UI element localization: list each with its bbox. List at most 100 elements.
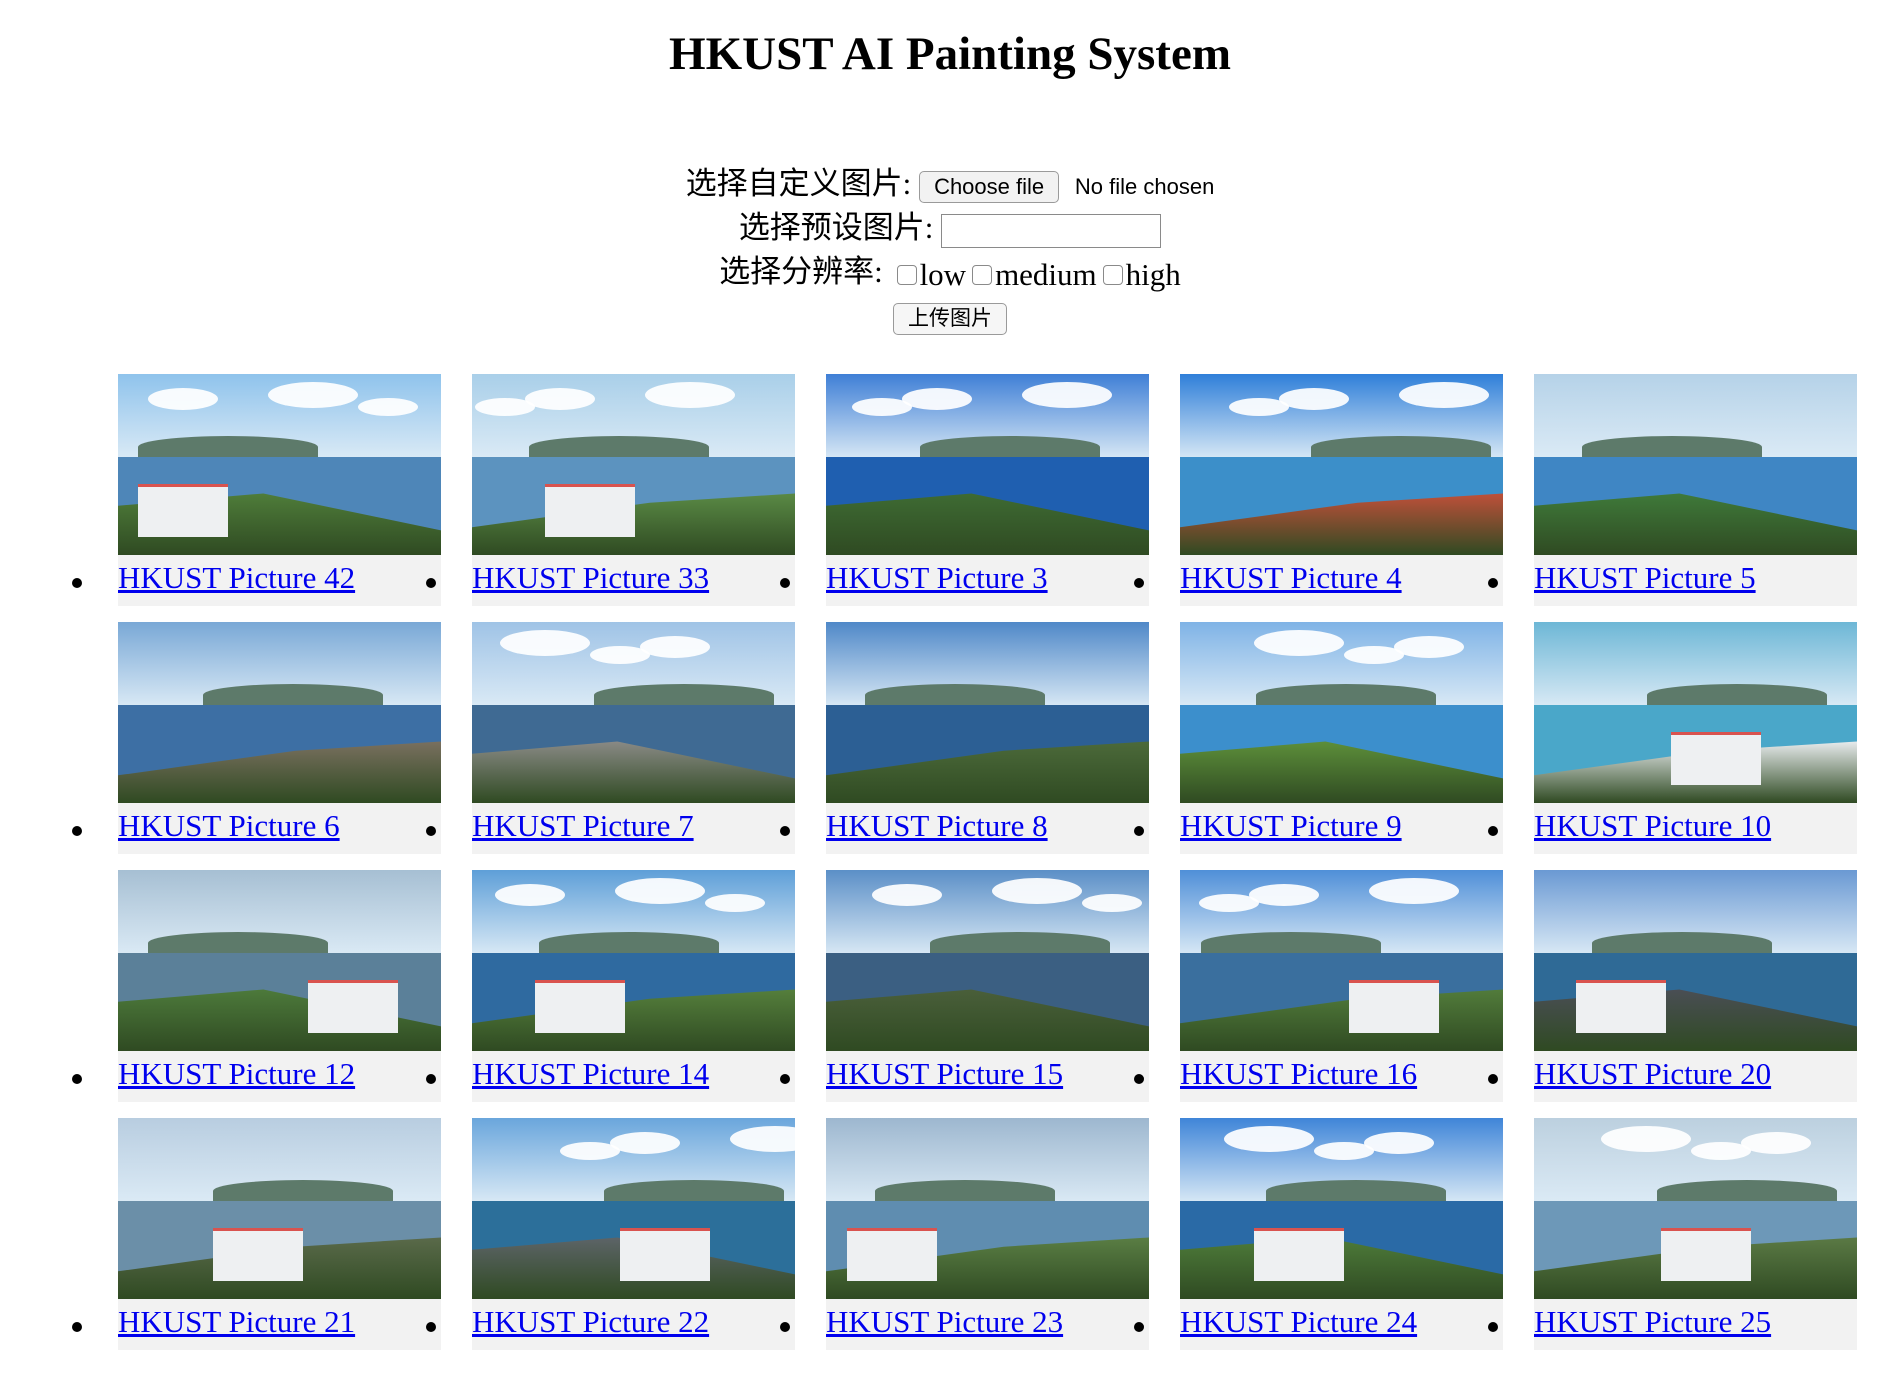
preset-image-input[interactable]: [941, 213, 1162, 248]
picture-link[interactable]: HKUST Picture 5: [1534, 558, 1756, 598]
thumbnail-cloud: [1364, 1132, 1434, 1154]
preset-image-label: 选择预设图片:: [738, 210, 934, 245]
picture-card[interactable]: HKUST Picture 6: [118, 622, 441, 854]
picture-link[interactable]: HKUST Picture 33: [472, 558, 709, 598]
list-bullet: [426, 826, 436, 836]
thumbnail-cloud: [1369, 878, 1459, 904]
thumbnail-cloud: [1691, 1142, 1751, 1160]
picture-thumbnail[interactable]: [826, 1118, 1149, 1299]
picture-link[interactable]: HKUST Picture 25: [1534, 1302, 1771, 1342]
resolution-row: 选择分辨率: low medium high: [0, 250, 1900, 294]
thumbnail-building: [620, 1228, 710, 1281]
thumbnail-hill: [203, 684, 383, 706]
picture-card[interactable]: HKUST Picture 12: [118, 870, 441, 1102]
gallery-item: HKUST Picture 15: [764, 870, 1149, 1118]
picture-card[interactable]: HKUST Picture 8: [826, 622, 1149, 854]
picture-link[interactable]: HKUST Picture 8: [826, 806, 1048, 846]
picture-link[interactable]: HKUST Picture 6: [118, 806, 340, 846]
thumbnail-cloud: [852, 398, 912, 416]
picture-thumbnail[interactable]: [472, 1118, 795, 1299]
thumbnail-hill: [865, 684, 1045, 706]
picture-thumbnail[interactable]: [1180, 870, 1503, 1051]
picture-thumbnail[interactable]: [1534, 622, 1857, 803]
thumbnail-building: [545, 484, 635, 537]
picture-card[interactable]: HKUST Picture 10: [1534, 622, 1857, 854]
picture-thumbnail[interactable]: [1180, 374, 1503, 555]
picture-card[interactable]: HKUST Picture 5: [1534, 374, 1857, 606]
picture-link[interactable]: HKUST Picture 3: [826, 558, 1048, 598]
thumbnail-cloud: [615, 878, 705, 904]
picture-link[interactable]: HKUST Picture 24: [1180, 1302, 1417, 1342]
list-bullet: [72, 1074, 82, 1084]
picture-link[interactable]: HKUST Picture 22: [472, 1302, 709, 1342]
thumbnail-cloud: [1314, 1142, 1374, 1160]
picture-link[interactable]: HKUST Picture 20: [1534, 1054, 1771, 1094]
picture-link[interactable]: HKUST Picture 21: [118, 1302, 355, 1342]
resolution-low-checkbox[interactable]: [896, 264, 917, 285]
picture-thumbnail[interactable]: [472, 374, 795, 555]
picture-thumbnail[interactable]: [1534, 1118, 1857, 1299]
picture-thumbnail[interactable]: [826, 374, 1149, 555]
list-bullet: [426, 1322, 436, 1332]
picture-thumbnail[interactable]: [118, 622, 441, 803]
picture-card[interactable]: HKUST Picture 42: [118, 374, 441, 606]
thumbnail-cloud: [610, 1132, 680, 1154]
picture-thumbnail[interactable]: [1180, 1118, 1503, 1299]
choose-file-button[interactable]: Choose file: [919, 170, 1060, 203]
picture-link[interactable]: HKUST Picture 14: [472, 1054, 709, 1094]
thumbnail-cloud: [358, 398, 418, 416]
picture-card[interactable]: HKUST Picture 20: [1534, 870, 1857, 1102]
resolution-high-checkbox[interactable]: [1102, 264, 1123, 285]
picture-card[interactable]: HKUST Picture 33: [472, 374, 795, 606]
picture-thumbnail[interactable]: [1534, 870, 1857, 1051]
gallery-item: HKUST Picture 22: [410, 1118, 795, 1366]
picture-thumbnail[interactable]: [1534, 374, 1857, 555]
picture-link[interactable]: HKUST Picture 42: [118, 558, 355, 598]
picture-card[interactable]: HKUST Picture 25: [1534, 1118, 1857, 1350]
thumbnail-cloud: [1741, 1132, 1811, 1154]
picture-link[interactable]: HKUST Picture 9: [1180, 806, 1402, 846]
picture-thumbnail[interactable]: [472, 870, 795, 1051]
picture-card[interactable]: HKUST Picture 7: [472, 622, 795, 854]
picture-link[interactable]: HKUST Picture 7: [472, 806, 694, 846]
picture-card[interactable]: HKUST Picture 24: [1180, 1118, 1503, 1350]
picture-link[interactable]: HKUST Picture 4: [1180, 558, 1402, 598]
picture-thumbnail[interactable]: [472, 622, 795, 803]
picture-link[interactable]: HKUST Picture 12: [118, 1054, 355, 1094]
gallery-item: HKUST Picture 25: [1472, 1118, 1857, 1366]
picture-thumbnail[interactable]: [118, 1118, 441, 1299]
picture-link[interactable]: HKUST Picture 23: [826, 1302, 1063, 1342]
picture-card[interactable]: HKUST Picture 22: [472, 1118, 795, 1350]
thumbnail-cloud: [1224, 1126, 1314, 1152]
picture-card[interactable]: HKUST Picture 14: [472, 870, 795, 1102]
thumbnail-cloud: [500, 630, 590, 656]
upload-row: 上传图片: [0, 294, 1900, 338]
picture-thumbnail[interactable]: [826, 622, 1149, 803]
picture-card[interactable]: HKUST Picture 16: [1180, 870, 1503, 1102]
list-bullet: [780, 1074, 790, 1084]
picture-card[interactable]: HKUST Picture 9: [1180, 622, 1503, 854]
picture-thumbnail[interactable]: [1180, 622, 1503, 803]
picture-link[interactable]: HKUST Picture 15: [826, 1054, 1063, 1094]
picture-link[interactable]: HKUST Picture 16: [1180, 1054, 1417, 1094]
list-bullet: [1488, 1074, 1498, 1084]
upload-button[interactable]: 上传图片: [893, 302, 1007, 335]
picture-card[interactable]: HKUST Picture 3: [826, 374, 1149, 606]
picture-card[interactable]: HKUST Picture 15: [826, 870, 1149, 1102]
picture-card[interactable]: HKUST Picture 4: [1180, 374, 1503, 606]
list-bullet: [1488, 1322, 1498, 1332]
thumbnail-hill: [1256, 684, 1436, 706]
picture-thumbnail[interactable]: [118, 870, 441, 1051]
resolution-medium-checkbox[interactable]: [972, 264, 993, 285]
thumbnail-cloud: [148, 388, 218, 410]
thumbnail-building: [1671, 732, 1761, 785]
picture-thumbnail[interactable]: [826, 870, 1149, 1051]
picture-thumbnail[interactable]: [118, 374, 441, 555]
gallery-item: HKUST Picture 9: [1118, 622, 1503, 870]
gallery-item: HKUST Picture 3: [764, 374, 1149, 622]
picture-card[interactable]: HKUST Picture 21: [118, 1118, 441, 1350]
gallery-item: HKUST Picture 7: [410, 622, 795, 870]
gallery-item: HKUST Picture 5: [1472, 374, 1857, 622]
picture-link[interactable]: HKUST Picture 10: [1534, 806, 1771, 846]
picture-card[interactable]: HKUST Picture 23: [826, 1118, 1149, 1350]
